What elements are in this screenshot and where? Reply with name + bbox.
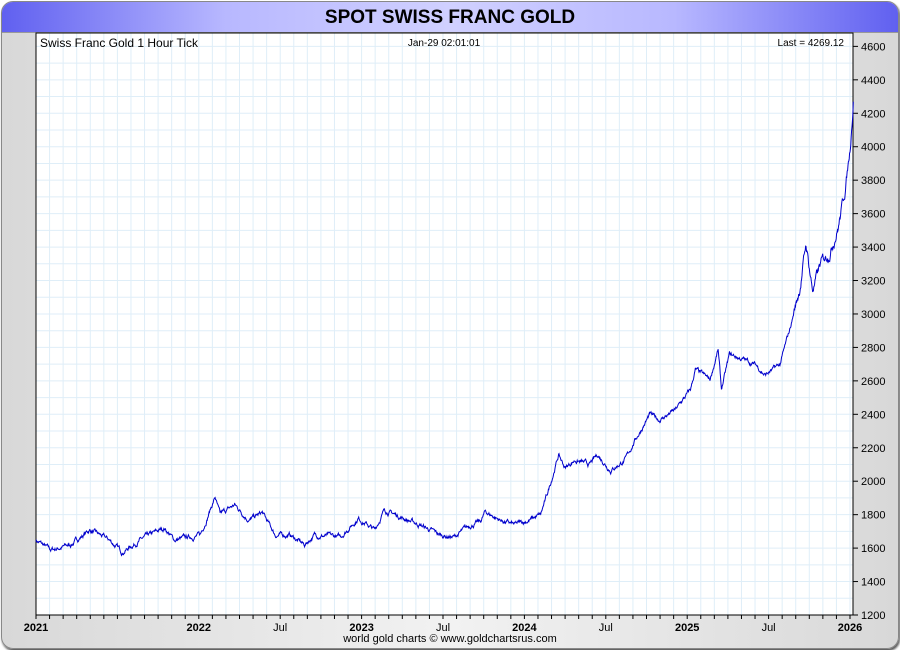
price-chart: 1200 1400 1600 1800 2000 2200 2400 2600 2800 3000… bbox=[24, 32, 885, 634]
footer-credit: world gold charts © www.goldchartsrus.co… bbox=[343, 633, 557, 645]
y-tick-label: 3800 bbox=[861, 175, 885, 187]
y-tick-label: 1200 bbox=[861, 610, 885, 622]
y-tick-label: 4200 bbox=[861, 108, 885, 120]
y-tick-label: 2400 bbox=[861, 409, 885, 421]
y-tick-label: 3000 bbox=[861, 309, 885, 321]
y-tick-label: 4000 bbox=[861, 142, 885, 154]
last-price: Last = 4269.12 bbox=[778, 38, 845, 49]
y-tick-label: 1400 bbox=[861, 577, 885, 589]
y-tick-label: 1800 bbox=[861, 510, 885, 522]
y-tick-label: 2200 bbox=[861, 443, 885, 455]
timestamp: Jan-29 02:01:01 bbox=[408, 38, 481, 49]
y-tick-label: 2800 bbox=[861, 342, 885, 354]
chart-subtitle: Swiss Franc Gold 1 Hour Tick bbox=[40, 36, 199, 50]
grid bbox=[35, 33, 853, 616]
y-tick-label: 4600 bbox=[861, 41, 885, 53]
x-axis: 2021 2022 Jul 2023 Jul 2024 Jul 2025 Jul 2026 bbox=[24, 615, 862, 634]
y-tick-label: 3400 bbox=[861, 242, 885, 254]
y-tick-label: 3200 bbox=[861, 276, 885, 288]
y-tick-label: 3600 bbox=[861, 209, 885, 221]
y-tick-label: 2000 bbox=[861, 476, 885, 488]
y-tick-label: 2600 bbox=[861, 376, 885, 388]
y-tick-label: 1600 bbox=[861, 543, 885, 555]
y-axis: 1200 1400 1600 1800 2000 2200 2400 2600 2800 3000… bbox=[853, 41, 885, 622]
y-tick-label: 4400 bbox=[861, 75, 885, 87]
